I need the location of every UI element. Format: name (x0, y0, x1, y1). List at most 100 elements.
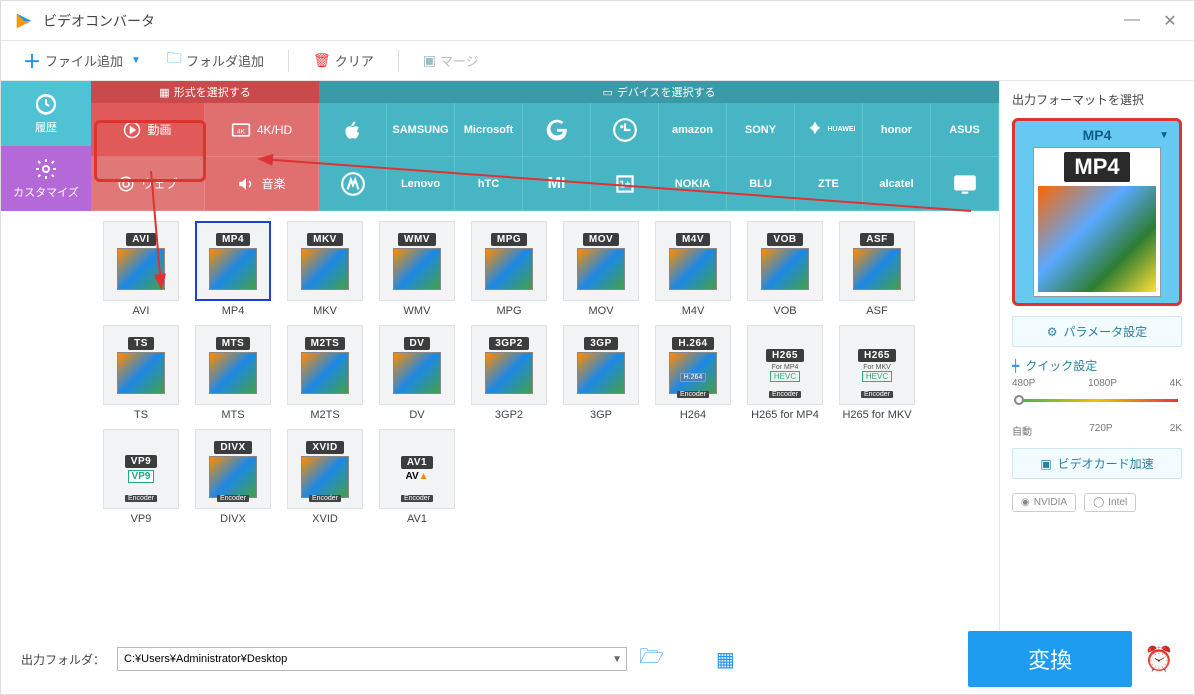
schedule-icon[interactable]: ⏰ (1144, 645, 1174, 674)
brand-htc[interactable]: hTC (455, 157, 523, 211)
mode-and-brand-grid: 動画 ウェブ 4K 4K/HD 音楽 SAMSUNGMicrosoftama (91, 103, 999, 211)
format-wmv[interactable]: WMVWMV (377, 221, 457, 317)
brand-nokia[interactable]: NOKIA (659, 157, 727, 211)
open-folder-icon[interactable]: 🗁 (639, 642, 664, 676)
gpu-accel-button[interactable]: ▣ ビデオカード加速 (1012, 448, 1182, 479)
format-mpg[interactable]: MPGMPG (469, 221, 549, 317)
gpu-intel-chip[interactable]: ◯Intel (1084, 493, 1136, 512)
output-folder-path: C:¥Users¥Administrator¥Desktop (124, 653, 287, 665)
preview-badge: MP4 (1064, 152, 1129, 182)
output-folder-input[interactable]: C:¥Users¥Administrator¥Desktop ▼ (117, 647, 627, 671)
format-mov[interactable]: MOVMOV (561, 221, 641, 317)
history-button[interactable]: 履歴 (1, 81, 91, 146)
brand-oneplus[interactable]: 1+ (591, 157, 659, 211)
app-logo-icon (13, 10, 35, 32)
tab-select-format[interactable]: ▦ 形式を選択する (91, 81, 319, 103)
merge-button[interactable]: ▣ マージ (415, 47, 487, 74)
brand-lg[interactable] (591, 103, 659, 157)
left-sidebar: 履歴 カスタマイズ (1, 81, 91, 634)
tick-2k: 2K (1170, 423, 1182, 438)
app-title: ビデオコンバータ (43, 11, 155, 31)
brand-alcatel[interactable]: alcatel (863, 157, 931, 211)
brand-google[interactable] (523, 103, 591, 157)
separator (288, 50, 289, 72)
format-tab-label: 形式を選択する (174, 84, 251, 100)
format-ts[interactable]: TSTS (101, 325, 181, 421)
format-av1[interactable]: AV1AV▲EncoderAV1 (377, 429, 457, 525)
mode-audio-label: 音楽 (261, 175, 285, 192)
format-3gp2[interactable]: 3GP23GP2 (469, 325, 549, 421)
add-folder-button[interactable]: 🗀 フォルダ追加 (159, 44, 272, 77)
history-label: 履歴 (35, 119, 57, 135)
tab-select-device[interactable]: ▭ デバイスを選択する (319, 81, 999, 103)
format-avi[interactable]: AVIAVI (101, 221, 181, 317)
format-m4v[interactable]: M4VM4V (653, 221, 733, 317)
brand-microsoft[interactable]: Microsoft (455, 103, 523, 157)
brand-grid: SAMSUNGMicrosoft amazonSONYHUAWEIhonorASU… (319, 103, 999, 211)
right-panel: 出力フォーマットを選択 MP4 ▼ MP4 ⚙ パラメータ設定 ┿ クイック設定… (999, 81, 1194, 634)
brand-lenovo[interactable]: Lenovo (387, 157, 455, 211)
format-mts[interactable]: MTSMTS (193, 325, 273, 421)
brand-blu[interactable]: BLU (727, 157, 795, 211)
chevron-down-icon[interactable]: ▼ (612, 654, 622, 665)
format-m2ts[interactable]: M2TSM2TS (285, 325, 365, 421)
brand-tv[interactable] (931, 157, 999, 211)
mode-video[interactable]: 動画 (91, 103, 205, 157)
minimize-icon[interactable]: — (1120, 11, 1144, 31)
format-h265-for-mp4[interactable]: H265For MP4HEVCEncoderH265 for MP4 (745, 325, 825, 421)
brand-sony[interactable]: SONY (727, 103, 795, 157)
brand-samsung[interactable]: SAMSUNG (387, 103, 455, 157)
mode-web-label: ウェブ (141, 175, 177, 192)
brand-huawei[interactable]: HUAWEI (795, 103, 863, 157)
add-file-button[interactable]: ＋ ファイル追加 ▼ (15, 44, 149, 78)
brand-motorola[interactable] (319, 157, 387, 211)
gpu-vendor-chips: ◉NVIDIA ◯Intel (1012, 493, 1182, 512)
slider-handle[interactable] (1014, 395, 1024, 405)
clear-button[interactable]: 🗑 クリア (305, 47, 382, 74)
format-h264[interactable]: H.264H.264EncoderH264 (653, 325, 733, 421)
folder-plus-icon: 🗀 (167, 48, 182, 73)
format-vob[interactable]: VOBVOB (745, 221, 825, 317)
brand-zte[interactable]: ZTE (795, 157, 863, 211)
chevron-down-icon[interactable]: ▼ (131, 55, 141, 66)
brand-honor[interactable]: honor (863, 103, 931, 157)
mode-web[interactable]: ウェブ (91, 157, 205, 211)
device-tab-icon: ▭ (602, 86, 612, 99)
brand-asus[interactable]: ASUS (931, 103, 999, 157)
trash-icon: 🗑 (313, 52, 331, 69)
sliders-icon: ⚙ (1047, 325, 1058, 339)
brand-xiaomi[interactable]: MI (523, 157, 591, 211)
mode-4k[interactable]: 4K 4K/HD (205, 103, 319, 157)
main-toolbar: ＋ ファイル追加 ▼ 🗀 フォルダ追加 🗑 クリア ▣ マージ (1, 41, 1194, 81)
format-vp9[interactable]: VP9VP9EncoderVP9 (101, 429, 181, 525)
brand-amazon[interactable]: amazon (659, 103, 727, 157)
output-format-preview[interactable]: MP4 ▼ MP4 (1012, 118, 1182, 306)
close-icon[interactable]: ✕ (1158, 11, 1182, 31)
format-3gp[interactable]: 3GP3GP (561, 325, 641, 421)
merge-label: マージ (440, 51, 479, 70)
format-divx[interactable]: DIVXEncoderDIVX (193, 429, 273, 525)
plus-icon: ┿ (1012, 359, 1019, 373)
quality-slider[interactable] (1012, 389, 1182, 423)
gpu-accel-label: ビデオカード加速 (1058, 455, 1154, 472)
format-h265-for-mkv[interactable]: H265For MKVHEVCEncoderH265 for MKV (837, 325, 917, 421)
device-tab-label: デバイスを選択する (617, 84, 716, 100)
svg-text:1+: 1+ (619, 179, 630, 190)
browse-icon[interactable]: ▦ (716, 647, 735, 672)
format-asf[interactable]: ASFASF (837, 221, 917, 317)
preview-thumbnail: MP4 (1033, 147, 1161, 297)
mode-audio[interactable]: 音楽 (205, 157, 319, 211)
preview-picture (1038, 186, 1156, 292)
convert-button[interactable]: 変換 (968, 631, 1132, 687)
customize-label: カスタマイズ (13, 184, 79, 200)
chevron-down-icon[interactable]: ▼ (1159, 130, 1169, 141)
parameter-settings-button[interactable]: ⚙ パラメータ設定 (1012, 316, 1182, 347)
customize-button[interactable]: カスタマイズ (1, 146, 91, 211)
format-mkv[interactable]: MKVMKV (285, 221, 365, 317)
brand-apple[interactable] (319, 103, 387, 157)
format-dv[interactable]: DVDV (377, 325, 457, 421)
format-mp4[interactable]: MP4MP4 (193, 221, 273, 317)
format-xvid[interactable]: XVIDEncoderXVID (285, 429, 365, 525)
gpu-nvidia-chip[interactable]: ◉NVIDIA (1012, 493, 1076, 512)
separator (398, 50, 399, 72)
